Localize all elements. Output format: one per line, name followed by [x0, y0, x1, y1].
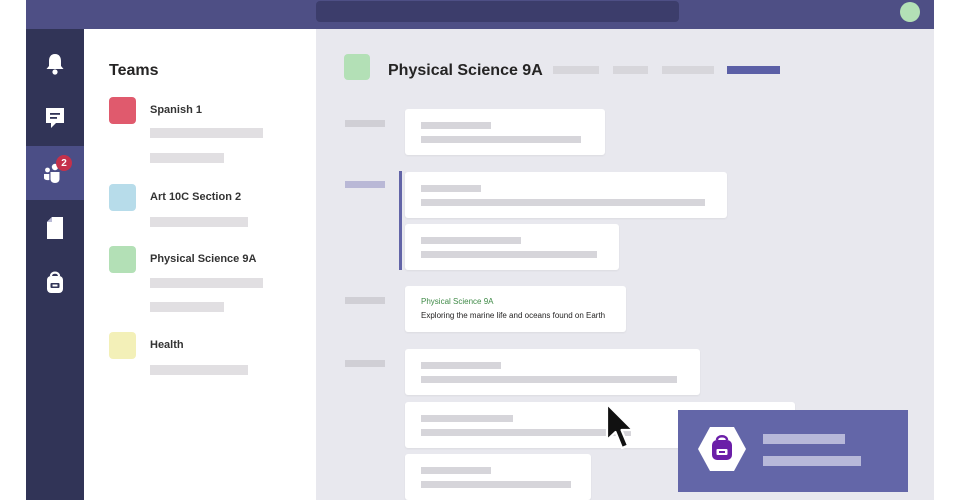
post-card[interactable] — [405, 172, 727, 218]
search-box[interactable] — [316, 1, 679, 22]
chat-icon — [46, 108, 64, 128]
stage: 2 Teams Spanish 1 Art 10C Section 2 Phys… — [0, 0, 960, 500]
app-bar: 2 — [26, 29, 84, 500]
team-name: Art 10C Section 2 — [150, 191, 242, 203]
placeholder-line — [421, 237, 521, 244]
team-name: Health — [150, 339, 184, 351]
placeholder-line — [421, 481, 571, 488]
placeholder-line — [150, 217, 248, 227]
placeholder-line — [421, 136, 581, 143]
thread-indicator — [399, 171, 402, 270]
date-placeholder — [345, 297, 385, 304]
assignment-notification[interactable] — [678, 410, 908, 492]
post-card[interactable] — [405, 109, 605, 155]
title-bar — [26, 0, 934, 29]
date-placeholder — [345, 360, 385, 367]
placeholder-line — [421, 467, 491, 474]
team-name: Physical Science 9A — [150, 253, 257, 265]
placeholder-line — [421, 362, 501, 369]
message-team-label: Physical Science 9A — [421, 297, 494, 306]
reply-card[interactable] — [405, 224, 619, 270]
team-color-swatch — [109, 246, 136, 273]
post-card[interactable] — [405, 454, 591, 500]
date-placeholder — [345, 181, 385, 188]
message-card[interactable]: Physical Science 9A Exploring the marine… — [405, 286, 626, 332]
placeholder-line — [421, 429, 631, 436]
file-icon — [47, 217, 63, 239]
rail-item-teams[interactable]: 2 — [26, 146, 84, 200]
placeholder-line — [150, 278, 263, 288]
placeholder-line — [150, 153, 224, 163]
notification-badge: 2 — [56, 155, 72, 171]
placeholder-line — [763, 434, 845, 444]
team-color-swatch — [109, 184, 136, 211]
tab-placeholder[interactable] — [613, 66, 648, 74]
teams-app-window: 2 Teams Spanish 1 Art 10C Section 2 Phys… — [26, 0, 934, 500]
rail-item-activity[interactable] — [26, 37, 84, 91]
placeholder-line — [421, 199, 705, 206]
rail-item-assignments[interactable] — [26, 255, 84, 309]
tab-placeholder[interactable] — [553, 66, 599, 74]
mouse-cursor-icon — [605, 402, 635, 450]
bell-icon — [46, 54, 64, 75]
placeholder-line — [150, 302, 224, 312]
tab-active[interactable] — [727, 66, 780, 74]
channel-title: Physical Science 9A — [388, 62, 543, 79]
team-color-swatch — [109, 97, 136, 124]
backpack-icon — [47, 271, 63, 293]
date-placeholder — [345, 120, 385, 127]
notification-hexagon — [698, 427, 746, 471]
placeholder-line — [421, 185, 481, 192]
placeholder-line — [421, 376, 677, 383]
tab-placeholder[interactable] — [662, 66, 714, 74]
channel-color-swatch — [344, 54, 370, 80]
rail-item-files[interactable] — [26, 201, 84, 255]
team-color-swatch — [109, 332, 136, 359]
placeholder-line — [421, 122, 491, 129]
placeholder-line — [421, 251, 597, 258]
placeholder-line — [150, 365, 248, 375]
message-body: Exploring the marine life and oceans fou… — [421, 311, 606, 320]
teams-heading: Teams — [109, 62, 159, 79]
post-card[interactable] — [405, 349, 700, 395]
avatar[interactable] — [900, 2, 920, 22]
teams-panel: Teams Spanish 1 Art 10C Section 2 Physic… — [84, 29, 316, 500]
team-name: Spanish 1 — [150, 104, 202, 116]
rail-item-chat[interactable] — [26, 91, 84, 145]
placeholder-line — [150, 128, 263, 138]
placeholder-line — [421, 415, 513, 422]
placeholder-line — [763, 456, 861, 466]
